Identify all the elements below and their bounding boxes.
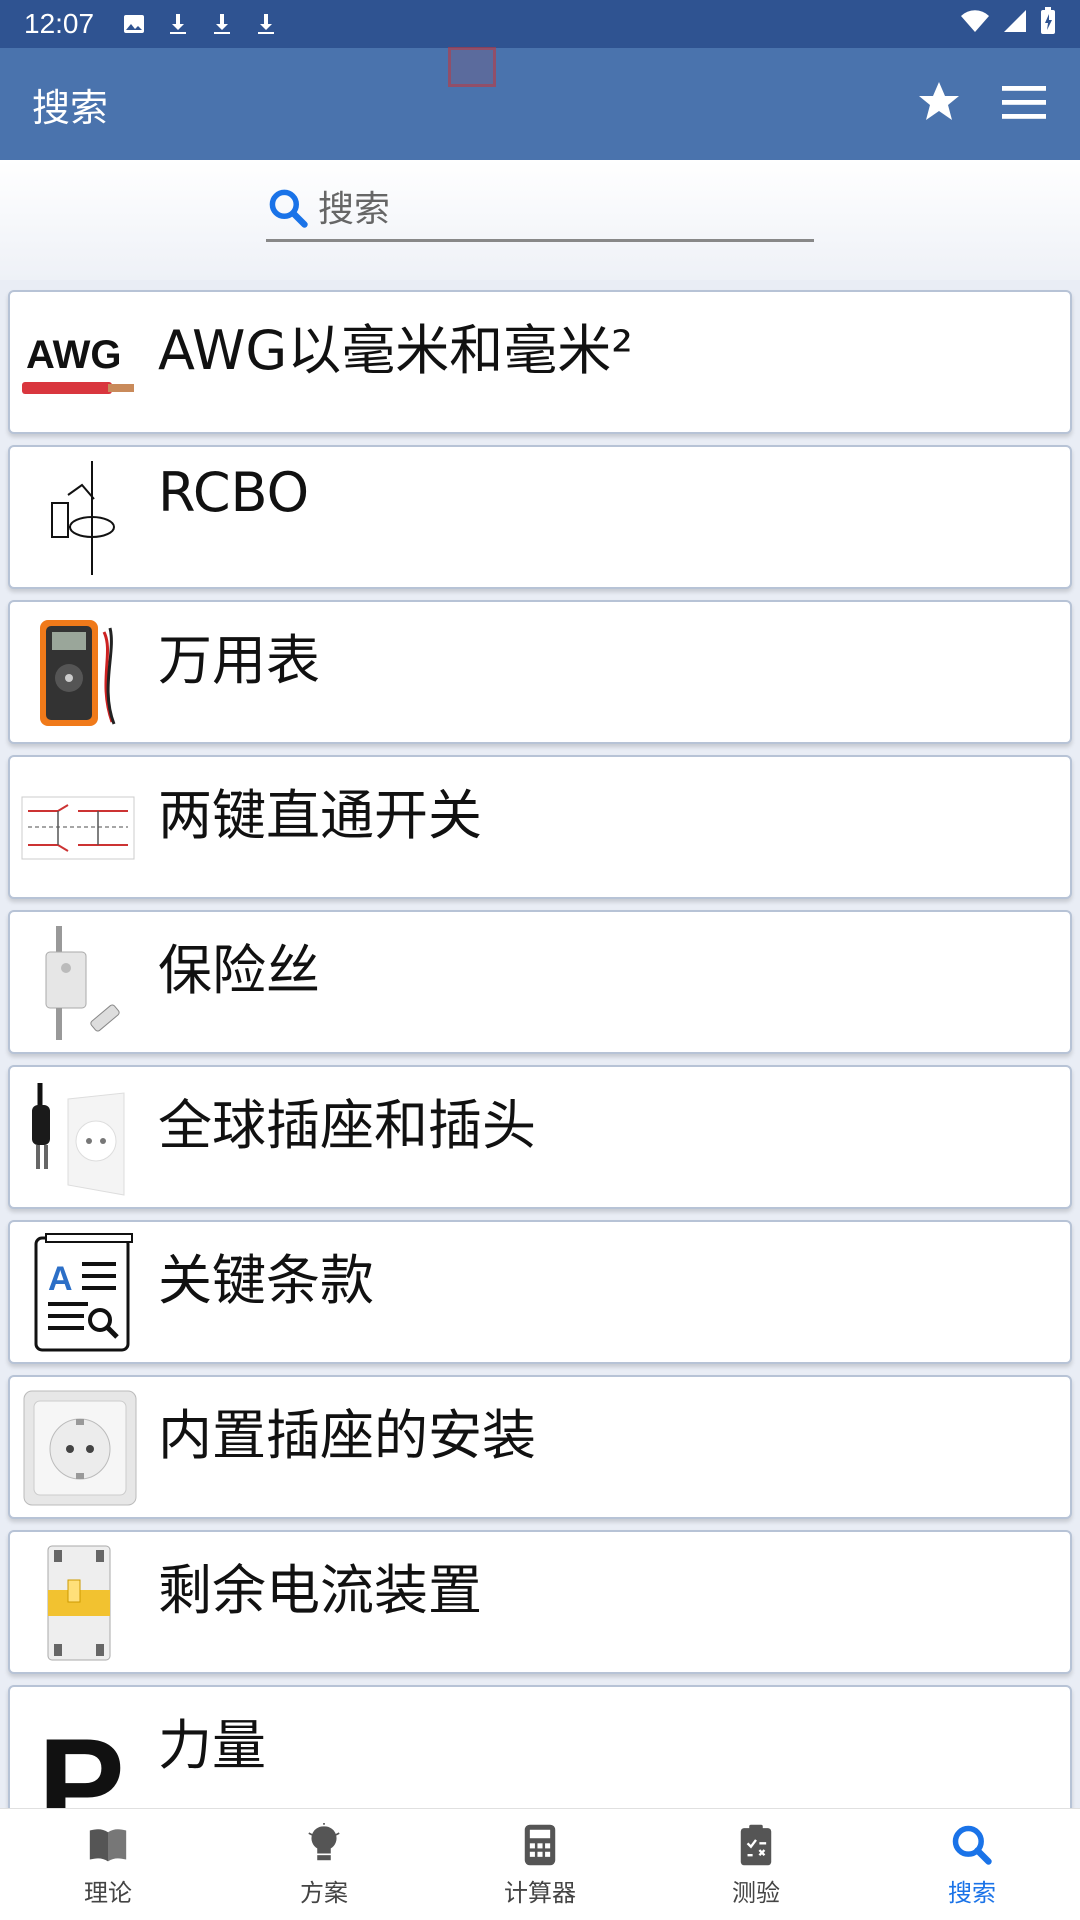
svg-text:A: A [48, 1260, 73, 1298]
nav-quiz[interactable]: 测验 [648, 1809, 864, 1920]
wall-socket-thumbnail [18, 1387, 138, 1509]
list-item[interactable]: 全球插座和插头 [8, 1065, 1072, 1209]
nav-search[interactable]: 搜索 [864, 1809, 1080, 1920]
list-item-label: 两键直通开关 [158, 784, 482, 847]
signal-icon [1002, 8, 1028, 41]
download-notification-icon [252, 10, 280, 38]
list-item-label: 内置插座的安装 [158, 1404, 536, 1467]
list-item-label: 全球插座和插头 [158, 1094, 536, 1157]
bottom-nav: 理论 方案 计算器 测验 搜索 [0, 1808, 1080, 1920]
document-search-thumbnail: A [18, 1232, 138, 1354]
list-item[interactable]: A 关键条款 [8, 1220, 1072, 1364]
svg-text:P: P [38, 1711, 125, 1819]
search-area [0, 160, 1080, 280]
bulb-icon [300, 1821, 348, 1869]
nav-theory[interactable]: 理论 [0, 1809, 216, 1920]
list-item-label: RCBO [158, 461, 310, 524]
topic-list: AWG AWG以毫米和毫米² RCBO 万用表 两键直通开关 保险丝 全球插座和… [8, 290, 1072, 1840]
fuse-thumbnail [18, 922, 138, 1044]
rcd-device-thumbnail [18, 1542, 138, 1664]
image-notification-icon [120, 10, 148, 38]
list-item-label: 力量 [158, 1714, 266, 1777]
two-way-switch-diagram-thumbnail [18, 767, 138, 889]
list-item-label: 保险丝 [158, 939, 320, 1002]
list-item[interactable]: 万用表 [8, 600, 1072, 744]
list-item[interactable]: RCBO [8, 445, 1072, 589]
download-notification-icon [208, 10, 236, 38]
status-time: 12:07 [24, 8, 95, 39]
awg-wire-thumbnail: AWG [18, 302, 138, 424]
nav-schemes[interactable]: 方案 [216, 1809, 432, 1920]
nav-label: 搜索 [948, 1879, 996, 1907]
clipboard-icon [732, 1821, 780, 1869]
download-notification-icon [164, 10, 192, 38]
status-bar: 12:07 [0, 0, 1080, 48]
search-icon [266, 186, 310, 234]
list-item[interactable]: 内置插座的安装 [8, 1375, 1072, 1519]
book-icon [84, 1821, 132, 1869]
nav-label: 方案 [300, 1879, 348, 1907]
nav-label: 理论 [84, 1879, 132, 1907]
nav-label: 计算器 [504, 1879, 576, 1907]
power-p-thumbnail: P [18, 1697, 138, 1819]
calculator-icon [516, 1821, 564, 1869]
favorites-star-icon[interactable] [914, 78, 964, 130]
list-item[interactable]: 保险丝 [8, 910, 1072, 1054]
list-item-label: 剩余电流装置 [158, 1559, 482, 1622]
svg-text:AWG: AWG [26, 333, 122, 377]
wifi-icon [960, 8, 990, 41]
watermark-logo [448, 42, 638, 92]
plug-socket-thumbnail [18, 1077, 138, 1199]
multimeter-thumbnail [18, 612, 138, 734]
nav-calculator[interactable]: 计算器 [432, 1809, 648, 1920]
search-field[interactable] [266, 180, 814, 242]
search-input[interactable] [318, 189, 798, 230]
rcbo-symbol-thumbnail [18, 457, 138, 579]
list-item-label: AWG以毫米和毫米² [158, 319, 633, 382]
battery-icon [1040, 6, 1056, 42]
menu-icon[interactable] [1000, 82, 1048, 126]
list-item[interactable]: AWG AWG以毫米和毫米² [8, 290, 1072, 434]
search-icon [948, 1821, 996, 1869]
list-item[interactable]: 两键直通开关 [8, 755, 1072, 899]
list-item-label: 关键条款 [158, 1249, 374, 1312]
list-item[interactable]: 剩余电流装置 [8, 1530, 1072, 1674]
page-title: 搜索 [32, 85, 109, 130]
list-item-label: 万用表 [158, 629, 320, 692]
nav-label: 测验 [732, 1879, 780, 1907]
